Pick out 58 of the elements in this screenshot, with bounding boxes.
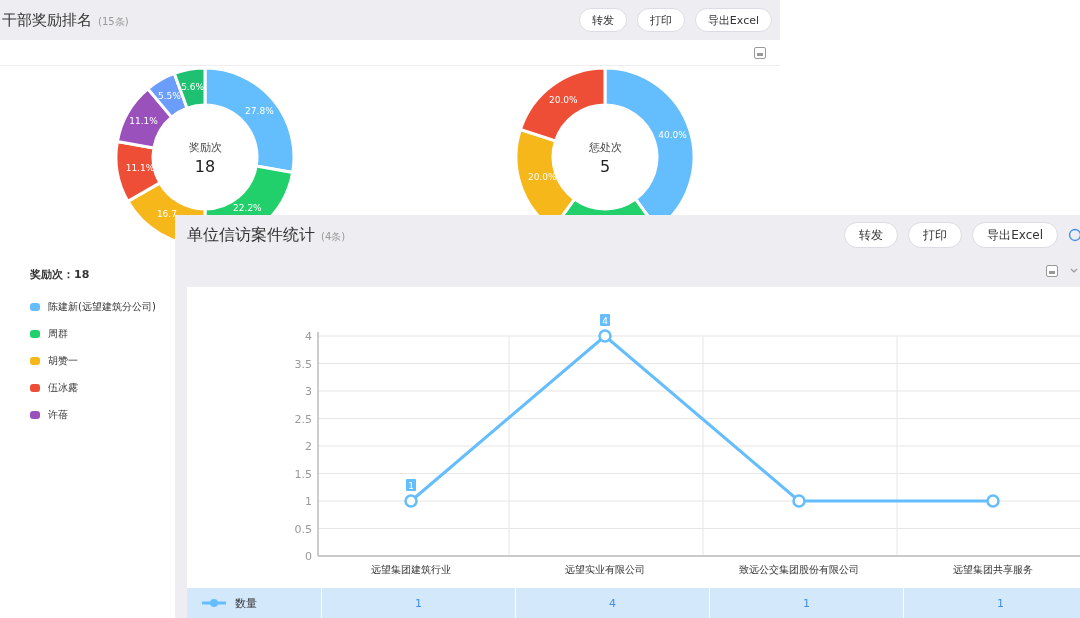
table-cell: 1	[904, 588, 1080, 618]
toolbar-button[interactable]: 打印	[636, 8, 685, 32]
y-tick-label: 1	[305, 495, 312, 508]
data-point	[792, 494, 806, 508]
slice-label: 11.1%	[129, 116, 158, 127]
y-tick-label: 1.5	[294, 467, 312, 481]
slice-label: 40.0%	[658, 130, 687, 141]
slice-label: 27.8%	[245, 106, 274, 117]
x-category-label: 远望实业有限公司	[565, 564, 645, 575]
toolbar-button[interactable]: 打印	[908, 222, 963, 248]
toolbar-button[interactable]: 导出Excel	[694, 8, 772, 32]
slice-label: 5.5%	[158, 90, 181, 101]
legend-label[interactable]: 许蓓	[48, 408, 68, 422]
x-category-label: 远望集团共享服务	[953, 564, 1033, 575]
y-tick-label: 3.5	[294, 357, 312, 371]
data-point	[986, 494, 1000, 508]
help-icon[interactable]	[1068, 228, 1080, 242]
donut-center-label: 奖励次	[188, 141, 222, 154]
y-tick-label: 0	[305, 550, 312, 563]
toolbar-button[interactable]: 转发	[844, 222, 899, 248]
slice-label: 16.7	[156, 209, 177, 220]
toolbar-button[interactable]: 导出Excel	[972, 222, 1058, 248]
y-tick-label: 3	[305, 385, 312, 398]
donut-center-value: 18	[194, 157, 216, 176]
data-point	[598, 329, 612, 343]
y-tick-label: 0.5	[294, 522, 312, 536]
table-cell: 1	[710, 588, 904, 618]
legend-label[interactable]: 伍冰露	[48, 381, 78, 395]
y-tick-label: 2.5	[294, 412, 312, 426]
donut-center-label: 惩处次	[588, 141, 622, 154]
data-point	[404, 494, 418, 508]
slice-label: 5.6%	[181, 82, 204, 93]
x-category-label: 远望集团建筑行业	[371, 564, 451, 575]
window-title: 干部奖励排名 (15条)	[2, 10, 129, 30]
donut-center-value: 5	[599, 157, 611, 176]
y-tick-label: 2	[305, 440, 312, 453]
legend-label[interactable]: 陈建新(远望建筑分公司)	[48, 300, 156, 314]
window-title: 单位信访案件统计 (4条)	[187, 224, 346, 246]
series-legend-icon	[201, 598, 227, 608]
slice-label: 20.0%	[527, 172, 557, 183]
legend-title: 奖励次：18	[30, 267, 91, 282]
slice-label: 20.0%	[548, 94, 578, 105]
record-count: (4条)	[321, 230, 346, 242]
x-category-label: 致远公交集团股份有限公司	[739, 564, 859, 575]
chevron-down-icon[interactable]	[1070, 268, 1078, 274]
toolbar-button[interactable]: 转发	[578, 8, 627, 32]
y-tick-label: 4	[305, 330, 312, 343]
save-image-icon[interactable]	[754, 46, 766, 59]
record-count: (15条)	[98, 15, 129, 27]
table-cell: 4	[516, 588, 710, 618]
data-label: 1	[406, 479, 416, 491]
slice-label: 22.2%	[233, 202, 262, 213]
table-cell: 1	[322, 588, 516, 618]
row-label: 数量	[235, 595, 257, 611]
data-label: 4	[600, 314, 610, 326]
legend-label[interactable]: 周群	[48, 327, 68, 341]
legend-label[interactable]: 胡赞一	[48, 354, 78, 368]
save-image-icon[interactable]	[1046, 265, 1058, 277]
